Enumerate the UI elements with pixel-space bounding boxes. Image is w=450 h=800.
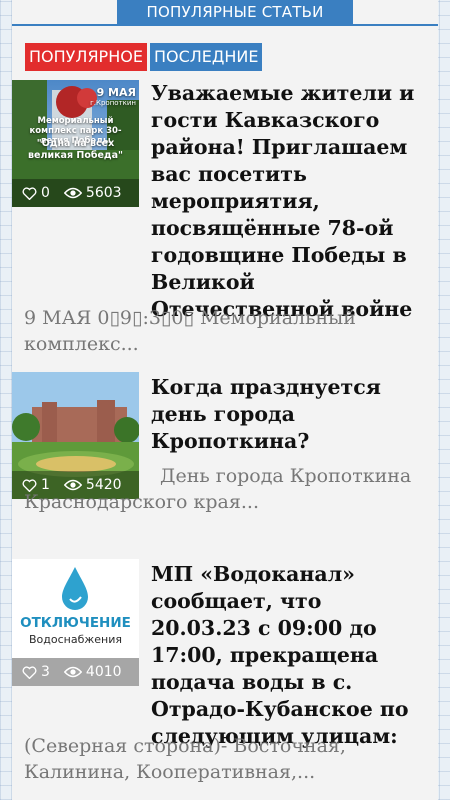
likes: 3 [22, 664, 50, 680]
heart-icon [22, 186, 37, 200]
image-caption-2: Водоснабжения [28, 633, 122, 646]
article-thumbnail[interactable]: 9 МАЯ г.Кропоткин Мемориальный комплекс … [12, 80, 139, 207]
views-count: 5603 [85, 185, 122, 201]
article-thumbnail[interactable]: ОТКЛЮЧЕНИЕ Водоснабжения 3 4010 [12, 559, 139, 686]
views: 5603 [63, 185, 122, 201]
article-title[interactable]: Когда празднуется день города Кропоткина… [151, 374, 381, 455]
views: 4010 [63, 664, 122, 680]
article-title[interactable]: МП «Водоканал» сообщает, что 20.03.23 с … [151, 561, 423, 750]
thumbnail-stats: 0 5603 [12, 179, 139, 207]
article-title-text: МП «Водоканал» сообщает, что 20.03.23 с … [151, 562, 409, 748]
article-title-text: Уважаемые жители и гости Кавказского рай… [151, 81, 415, 321]
tab-latest[interactable]: ПОСЛЕДНИЕ [149, 43, 263, 71]
image-date: 9 МАЯ [96, 86, 136, 99]
eye-icon [63, 187, 82, 199]
article-excerpt: День города Кропоткина Краснодарского кр… [24, 463, 430, 515]
article-title[interactable]: Уважаемые жители и гости Кавказского рай… [151, 80, 421, 323]
widget-header: ПОПУЛЯРНЫЕ СТАТЬИ [117, 0, 353, 26]
likes: 0 [22, 185, 50, 201]
article-title-text: Когда празднуется день города Кропоткина… [151, 375, 381, 453]
image-caption-2: "Одна на всех великая Победа" [28, 138, 123, 161]
tab-popular[interactable]: ПОПУЛЯРНОЕ [25, 43, 147, 71]
thumbnail-stats: 3 4010 [12, 658, 139, 686]
heart-icon [22, 665, 37, 679]
image-caption-1: ОТКЛЮЧЕНИЕ [20, 615, 131, 631]
likes-count: 0 [41, 185, 50, 201]
tab-bar: ПОПУЛЯРНОЕ ПОСЛЕДНИЕ [25, 43, 263, 71]
article-excerpt: 9 МАЯ 0▯9▯:3▯0▯ Мемориальный комплекс... [24, 307, 356, 355]
eye-icon [63, 666, 82, 678]
views-count: 4010 [85, 664, 122, 680]
likes-count: 3 [41, 664, 50, 680]
image-city: г.Кропоткин [90, 99, 136, 107]
article-excerpt-text: День города Кропоткина Краснодарского кр… [24, 465, 412, 513]
article-excerpt: (Северная сторона)- Восточная, Калинина,… [24, 735, 346, 783]
